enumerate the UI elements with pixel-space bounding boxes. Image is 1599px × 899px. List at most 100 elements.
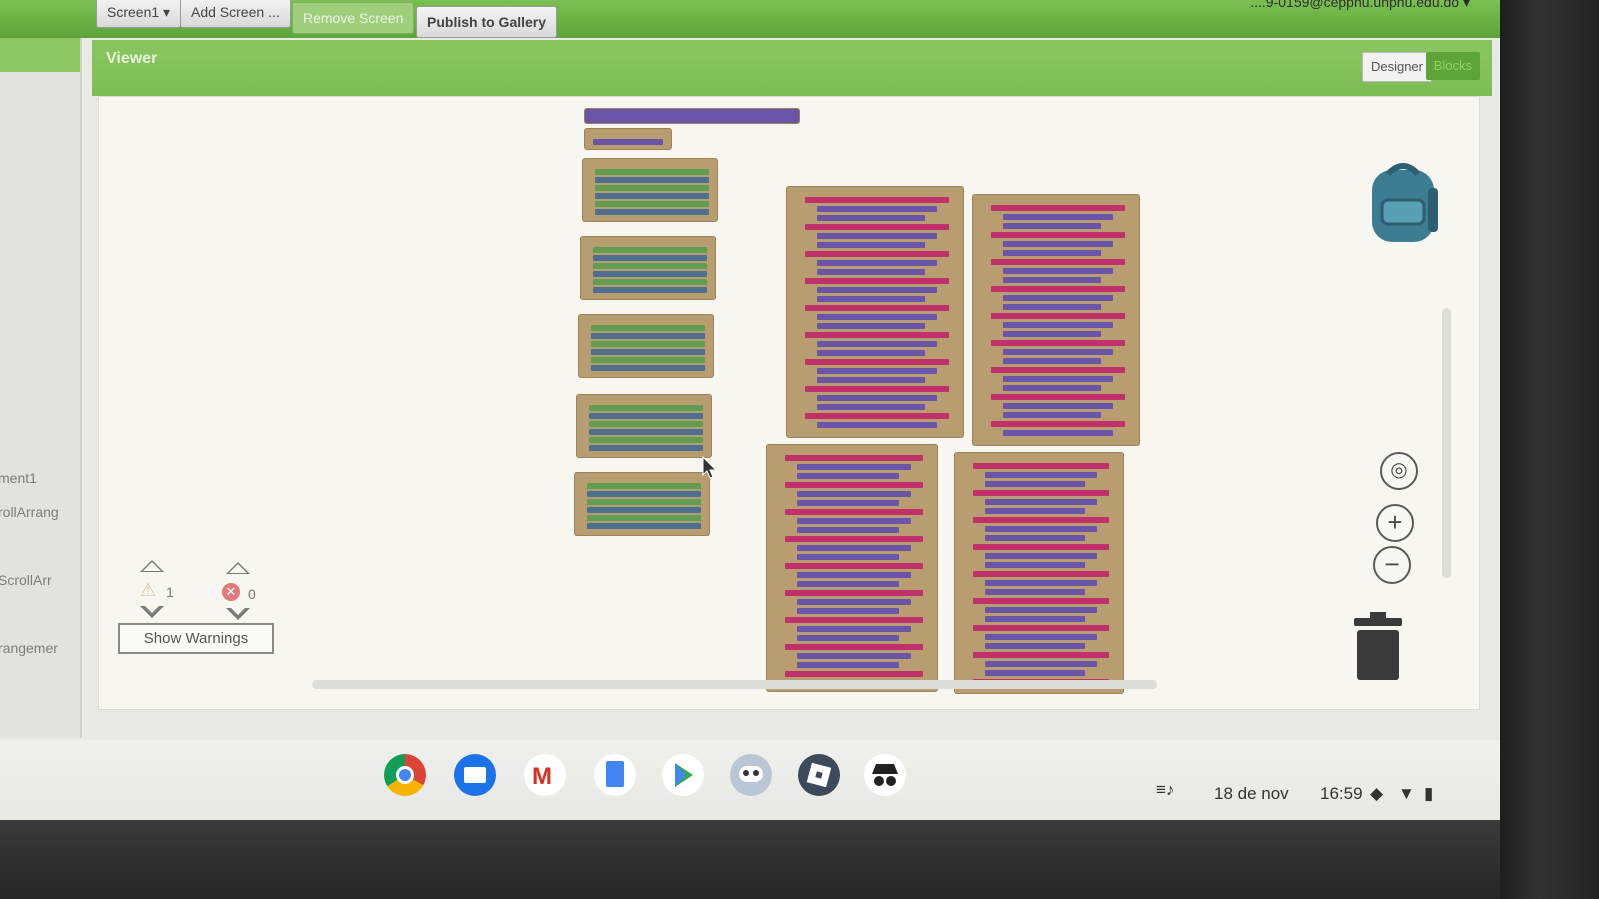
- play-store-icon[interactable]: [662, 754, 704, 796]
- block-row: [985, 553, 1097, 559]
- block-stack[interactable]: [574, 472, 710, 536]
- horizontal-scrollbar[interactable]: [312, 680, 1157, 689]
- block-row: [985, 535, 1085, 541]
- chromeos-shelf: M ≡♪ 18 de nov 16:59 ◆ ▼ ▮: [0, 740, 1500, 820]
- block-row: [591, 357, 705, 363]
- zoom-in-icon[interactable]: +: [1376, 504, 1414, 542]
- block-row: [805, 251, 949, 257]
- block-row: [591, 349, 705, 355]
- block-row: [973, 517, 1109, 523]
- remove-screen-button[interactable]: Remove Screen: [292, 2, 415, 34]
- block-row: [817, 377, 925, 383]
- block-row: [1003, 268, 1113, 274]
- block-row: [593, 271, 707, 277]
- recenter-icon[interactable]: ◎: [1380, 452, 1418, 490]
- block-row: [785, 482, 923, 488]
- block-row: [985, 670, 1085, 676]
- block-row: [1003, 250, 1101, 256]
- block-row: [593, 255, 707, 261]
- block-row: [985, 562, 1085, 568]
- wifi-icon[interactable]: ▼: [1398, 784, 1415, 804]
- warning-count: 1: [166, 584, 174, 600]
- block-row: [805, 197, 949, 203]
- block-row: [797, 626, 911, 632]
- block-row: [991, 232, 1125, 238]
- block-row: [797, 581, 899, 587]
- roblox-icon[interactable]: [798, 754, 840, 796]
- warning-prev-icon[interactable]: [140, 560, 164, 572]
- screen-bezel: [1500, 0, 1599, 899]
- block-row: [1003, 223, 1101, 229]
- block-row: [587, 507, 701, 513]
- block-row: [973, 652, 1109, 658]
- block-row: [595, 193, 709, 199]
- blocks-button[interactable]: Blocks: [1425, 52, 1480, 80]
- chromebook-screen: Screen1 ▾ Add Screen ... Remove Screen P…: [0, 0, 1500, 820]
- block-row: [991, 367, 1125, 373]
- block-row: [817, 296, 925, 302]
- block-row: [595, 201, 709, 207]
- palette-item[interactable]: rangemer: [0, 640, 58, 656]
- block-row: [817, 215, 925, 221]
- palette-item[interactable]: ment1: [0, 470, 37, 486]
- block-stack[interactable]: [584, 128, 672, 150]
- block-row: [817, 323, 925, 329]
- block-row: [591, 365, 705, 371]
- backpack-icon[interactable]: [1366, 160, 1440, 244]
- block-row: [797, 599, 911, 605]
- battery-icon[interactable]: ▮: [1424, 784, 1433, 804]
- mouse-cursor-icon: [702, 456, 718, 479]
- files-icon[interactable]: [454, 754, 496, 796]
- designer-button[interactable]: Designer: [1361, 52, 1432, 82]
- block-row: [991, 205, 1125, 211]
- warning-icon: ⚠: [140, 580, 157, 600]
- block-row: [593, 247, 707, 253]
- add-screen-button[interactable]: Add Screen ...: [180, 0, 291, 28]
- incognito-app-icon[interactable]: [864, 754, 906, 796]
- vertical-scrollbar[interactable]: [1442, 308, 1451, 578]
- shelf-time[interactable]: 16:59: [1320, 784, 1363, 804]
- screen-select-dropdown[interactable]: Screen1 ▾: [96, 0, 182, 28]
- block-stack[interactable]: [582, 158, 718, 222]
- block-row: [593, 279, 707, 285]
- block-row: [785, 455, 923, 461]
- gmail-icon[interactable]: M: [524, 754, 566, 796]
- block-stack[interactable]: [580, 236, 716, 300]
- block-stack[interactable]: [972, 194, 1140, 446]
- block-row: [985, 661, 1097, 667]
- error-next-icon[interactable]: [226, 606, 250, 620]
- block-row: [587, 523, 701, 529]
- block-row: [1003, 322, 1113, 328]
- block-stack[interactable]: [766, 444, 938, 692]
- account-menu[interactable]: ....9-0159@cepphu.unphu.edu.do ▾: [1250, 0, 1470, 11]
- block-row: [589, 429, 703, 435]
- block-row: [973, 598, 1109, 604]
- block-row: [805, 305, 949, 311]
- media-queue-icon[interactable]: ≡♪: [1156, 780, 1174, 800]
- network-icon[interactable]: ◆: [1370, 784, 1383, 804]
- viewer-title: Viewer: [106, 50, 158, 67]
- block-row: [591, 333, 705, 339]
- chrome-icon[interactable]: [384, 754, 426, 796]
- trash-icon[interactable]: [1354, 612, 1402, 680]
- block-stack[interactable]: [954, 452, 1124, 694]
- shelf-date[interactable]: 18 de nov: [1214, 784, 1289, 804]
- palette-item[interactable]: rollArrang: [0, 504, 59, 520]
- warning-next-icon[interactable]: [140, 604, 164, 618]
- block-row: [595, 185, 709, 191]
- block-row: [595, 177, 709, 183]
- block-stack[interactable]: [786, 186, 964, 438]
- block-stack[interactable]: [584, 108, 800, 124]
- show-warnings-button[interactable]: Show Warnings: [118, 623, 274, 654]
- block-stack[interactable]: [576, 394, 712, 458]
- error-prev-icon[interactable]: [226, 562, 250, 574]
- palette-item[interactable]: ScrollArr: [0, 572, 52, 588]
- docs-icon[interactable]: [594, 754, 636, 796]
- block-row: [797, 473, 899, 479]
- block-stack[interactable]: [578, 314, 714, 378]
- zoom-out-icon[interactable]: −: [1373, 546, 1411, 584]
- viewer-header: Viewer Designer Blocks: [92, 40, 1492, 96]
- game-app-icon[interactable]: [730, 754, 772, 796]
- publish-gallery-button[interactable]: Publish to Gallery: [416, 6, 558, 38]
- block-row: [1003, 412, 1101, 418]
